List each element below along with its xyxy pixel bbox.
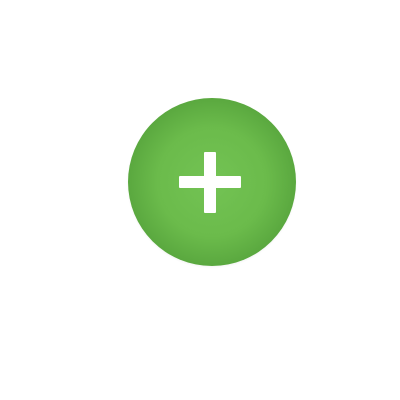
add-button[interactable] — [128, 98, 296, 266]
canvas — [0, 0, 400, 400]
add-button-graphic — [128, 98, 296, 266]
